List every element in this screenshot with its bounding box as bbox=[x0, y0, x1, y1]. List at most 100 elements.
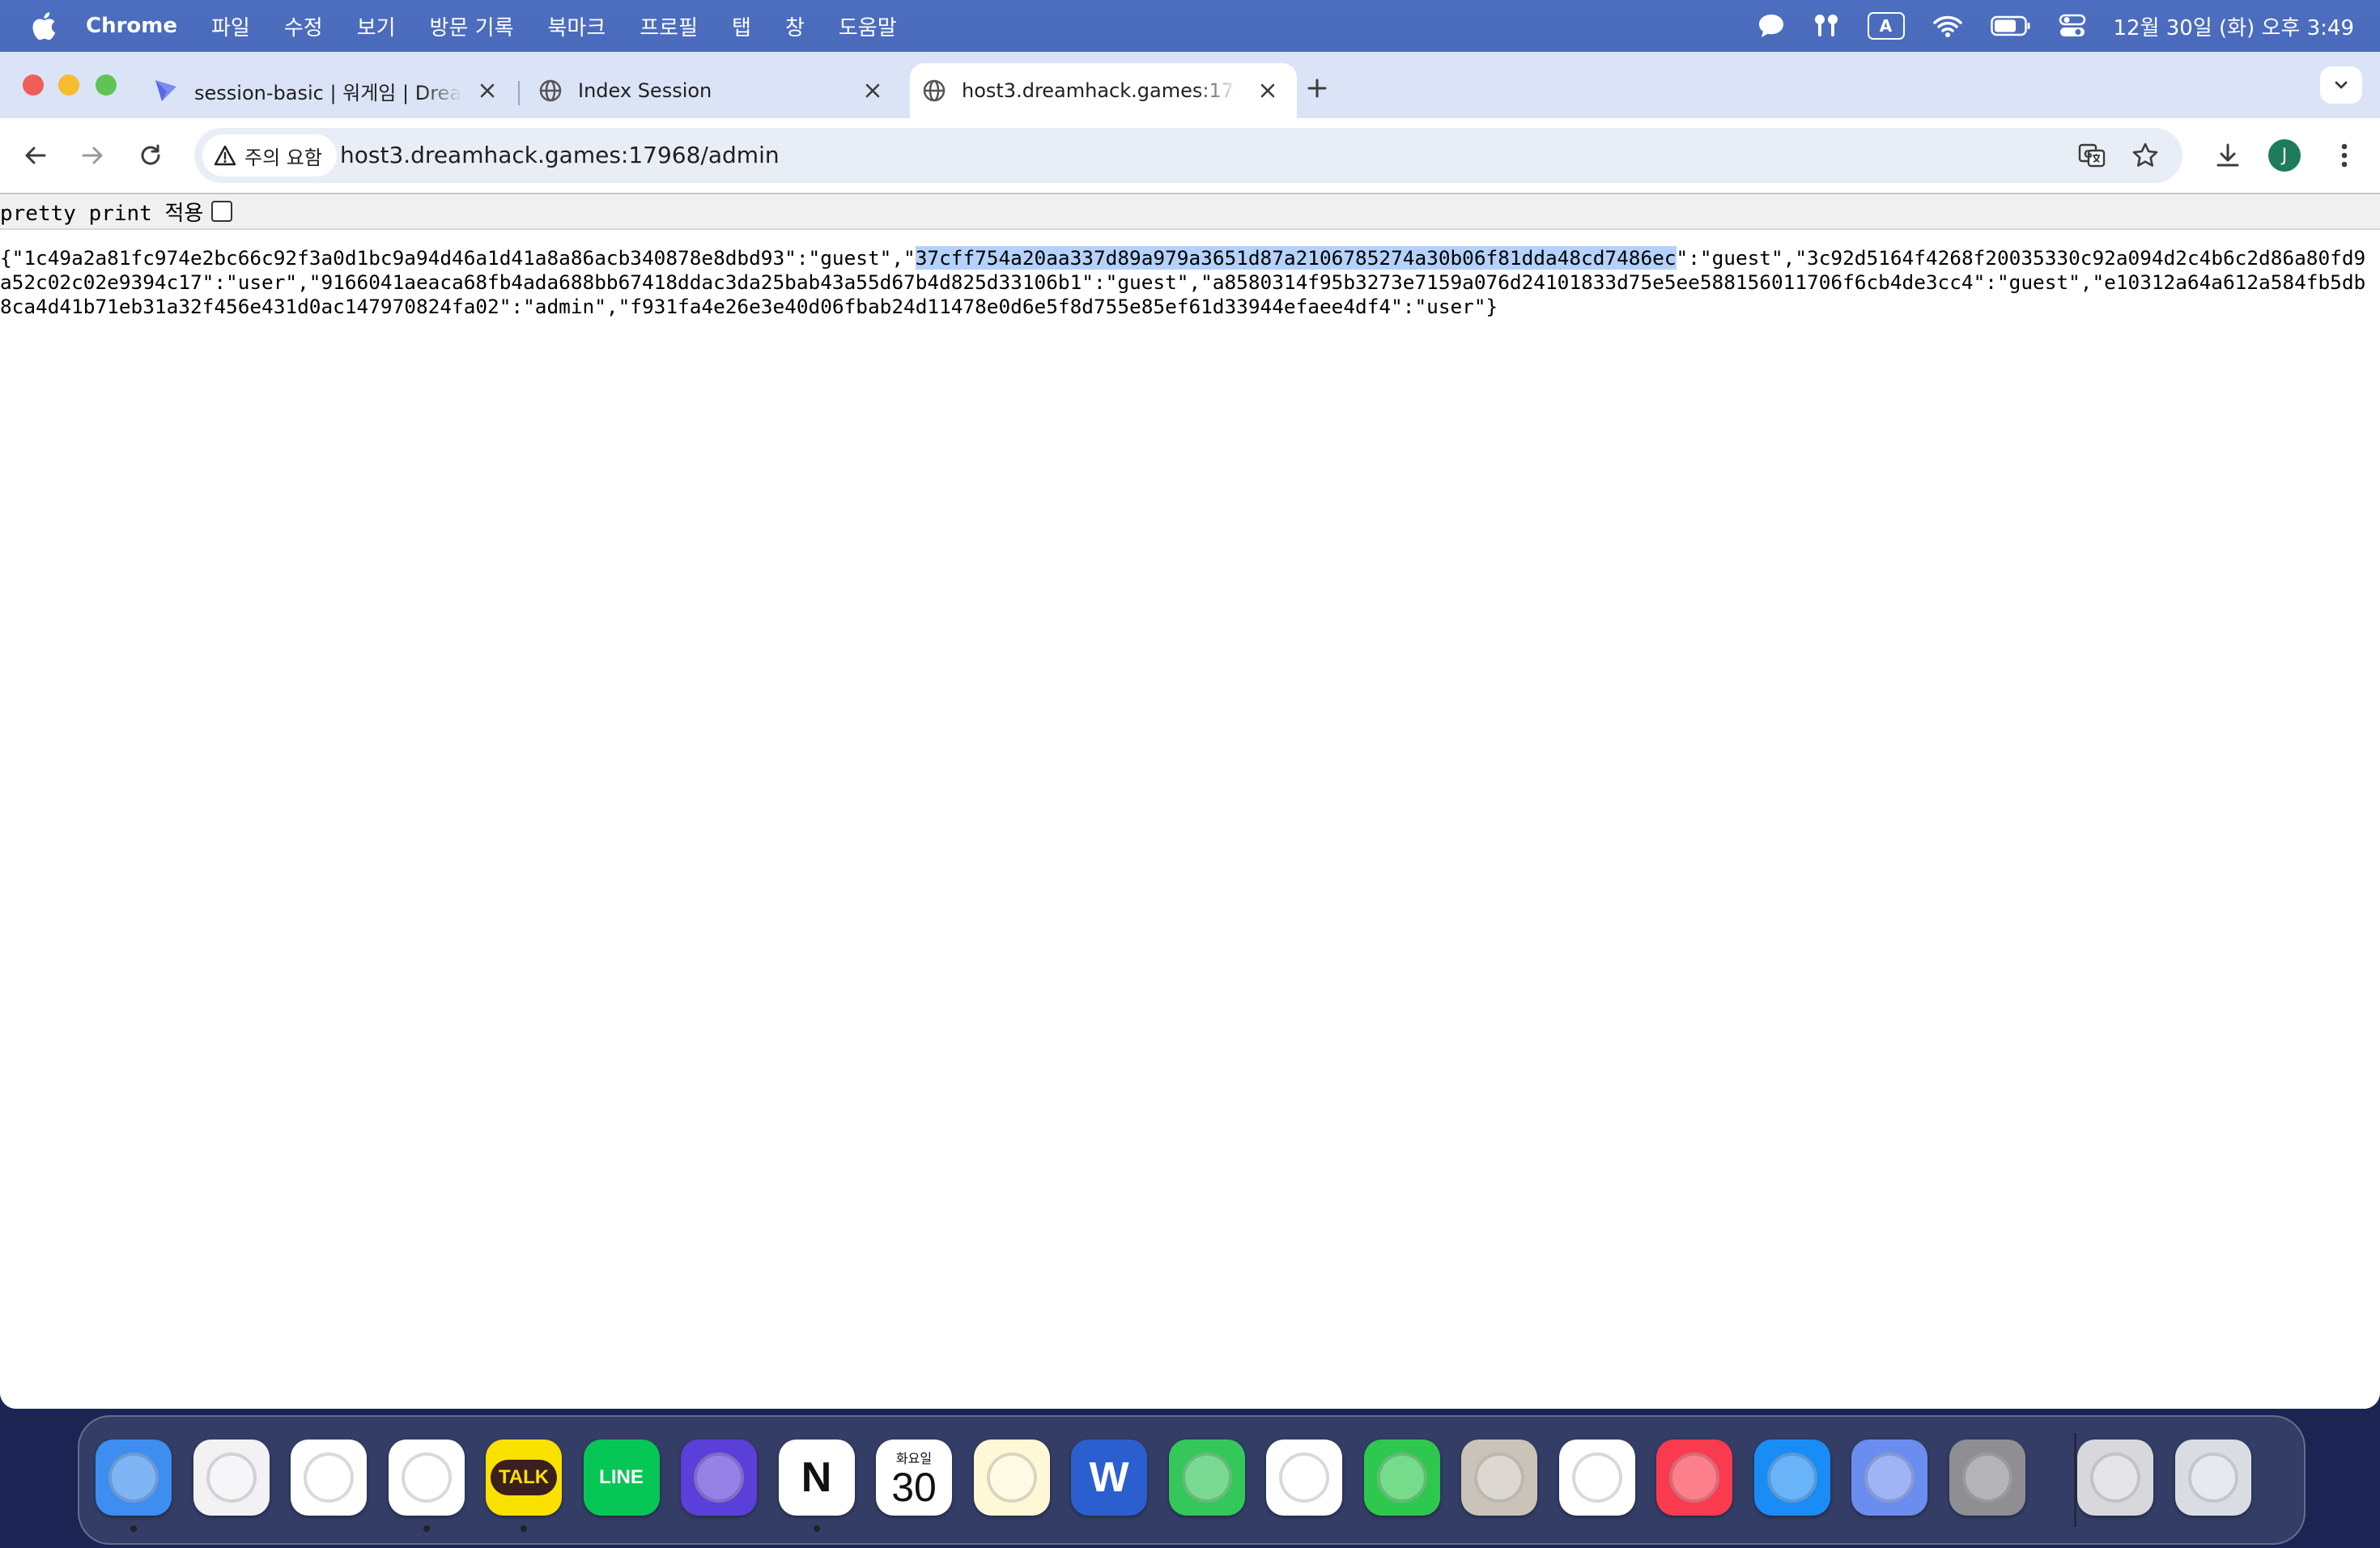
dock-glyph bbox=[1279, 1452, 1329, 1503]
calendar-icon[interactable]: 화요일 30 bbox=[876, 1440, 952, 1516]
launchpad-icon[interactable] bbox=[193, 1440, 270, 1516]
menu-profiles[interactable]: 프로필 bbox=[640, 11, 698, 41]
dock-glyph bbox=[1181, 1452, 1232, 1503]
tab-close-icon[interactable] bbox=[1256, 79, 1279, 102]
battery-icon[interactable] bbox=[1990, 15, 2031, 36]
apple-menu-icon[interactable] bbox=[29, 10, 57, 42]
facetime-icon[interactable] bbox=[1363, 1440, 1440, 1516]
dock-separator bbox=[2074, 1433, 2076, 1527]
chevron-down-icon bbox=[2335, 81, 2348, 89]
menu-view[interactable]: 보기 bbox=[357, 11, 396, 41]
menu-history[interactable]: 방문 기록 bbox=[430, 11, 514, 41]
reminders-icon[interactable] bbox=[1558, 1440, 1635, 1516]
pretty-print-label: pretty print 적용 bbox=[0, 201, 204, 226]
tab-index-session[interactable]: Index Session bbox=[528, 63, 902, 118]
back-button[interactable] bbox=[18, 138, 53, 173]
control-center-icon[interactable] bbox=[2059, 13, 2086, 39]
dock-glyph bbox=[1571, 1452, 1622, 1503]
trash-icon[interactable] bbox=[2174, 1440, 2251, 1516]
dock-icon-label: W bbox=[1089, 1454, 1129, 1501]
window-minimize-button[interactable] bbox=[58, 74, 79, 96]
window-zoom-button[interactable] bbox=[96, 74, 117, 96]
window-close-button[interactable] bbox=[23, 74, 44, 96]
profile-button[interactable]: J bbox=[2267, 138, 2302, 173]
music-icon[interactable] bbox=[1656, 1440, 1732, 1516]
arrow-left-icon bbox=[25, 147, 46, 164]
menu-help[interactable]: 도움말 bbox=[839, 11, 897, 41]
menu-app-name[interactable]: Chrome bbox=[86, 14, 177, 38]
star-icon bbox=[2132, 142, 2158, 167]
dreamhack-logo-icon bbox=[155, 80, 176, 101]
dock-glyph bbox=[1961, 1452, 2012, 1503]
globe-icon bbox=[923, 79, 946, 102]
tab-title: Index Session bbox=[578, 79, 712, 102]
dock-glyph bbox=[401, 1452, 452, 1503]
downloads-button[interactable] bbox=[2210, 138, 2246, 173]
dock-glyph bbox=[2187, 1452, 2238, 1503]
dock-running-indicator bbox=[130, 1525, 137, 1532]
wifi-icon[interactable] bbox=[1932, 14, 1963, 38]
translate-button[interactable]: G bbox=[2077, 141, 2106, 170]
contacts-icon[interactable] bbox=[1461, 1440, 1537, 1516]
address-bar[interactable]: 주의 요함 host3.dreamhack.games:17968/admin … bbox=[194, 128, 2182, 183]
menu-edit[interactable]: 수정 bbox=[284, 11, 323, 41]
word-icon[interactable]: W bbox=[1071, 1440, 1147, 1516]
new-tab-plus-icon[interactable] bbox=[1302, 73, 1332, 104]
finder-icon[interactable] bbox=[96, 1440, 172, 1516]
profile-avatar: J bbox=[2268, 139, 2301, 172]
kakaotalk-icon[interactable]: TALK bbox=[486, 1440, 562, 1516]
dock-icon-label: TALK bbox=[490, 1460, 558, 1495]
app-store-icon[interactable] bbox=[1753, 1440, 1830, 1516]
url-text[interactable]: host3.dreamhack.games:17968/admin bbox=[340, 128, 780, 183]
dock-running-indicator bbox=[521, 1525, 527, 1532]
warning-triangle-icon bbox=[214, 145, 236, 166]
arrow-right-icon bbox=[82, 147, 103, 164]
reload-button[interactable] bbox=[133, 138, 168, 173]
system-settings-icon[interactable] bbox=[1949, 1440, 2025, 1516]
menu-bookmarks[interactable]: 북마크 bbox=[548, 11, 606, 41]
dock-glyph bbox=[206, 1452, 257, 1503]
tab-close-icon[interactable] bbox=[476, 79, 499, 102]
macos-dock: TALK LINE N 화요일 30 W bbox=[78, 1415, 2306, 1545]
tab-title: host3.dreamhack.games:17968/admin bbox=[962, 79, 1237, 102]
photos-icon[interactable] bbox=[1266, 1440, 1342, 1516]
readdle-icon[interactable] bbox=[681, 1440, 757, 1516]
forward-button[interactable] bbox=[74, 138, 110, 173]
tab-close-icon[interactable] bbox=[861, 79, 884, 102]
notion-icon[interactable]: N bbox=[778, 1440, 855, 1516]
safari-icon[interactable] bbox=[291, 1440, 367, 1516]
menu-window[interactable]: 창 bbox=[785, 11, 805, 41]
tab-admin-active[interactable]: host3.dreamhack.games:17968/admin bbox=[910, 63, 1297, 118]
menu-file[interactable]: 파일 bbox=[211, 11, 250, 41]
security-chip[interactable]: 주의 요함 bbox=[202, 134, 337, 176]
chrome-menu-button[interactable] bbox=[2327, 138, 2362, 173]
messages-icon[interactable] bbox=[1168, 1440, 1245, 1516]
chrome-icon[interactable] bbox=[388, 1440, 465, 1516]
tab-search-button[interactable] bbox=[2320, 66, 2362, 104]
tab-session-basic[interactable]: session-basic | 워게임 | Dreamhack bbox=[146, 63, 516, 118]
pretty-print-checkbox[interactable] bbox=[211, 201, 233, 222]
svg-text:G: G bbox=[2084, 149, 2093, 161]
dock-glyph bbox=[1766, 1452, 1817, 1503]
bookmark-star-button[interactable] bbox=[2131, 141, 2160, 170]
browser-toolbar: 주의 요함 host3.dreamhack.games:17968/admin … bbox=[0, 118, 2380, 193]
calculator-icon[interactable] bbox=[2077, 1440, 2153, 1516]
menu-bar-clock[interactable]: 12월 30일 (화) 오후 3:49 bbox=[2114, 11, 2355, 41]
page-content: pretty print 적용 {"1c49a2a81fc974e2bc66c9… bbox=[0, 193, 2380, 1409]
menu-tab[interactable]: 탭 bbox=[732, 11, 751, 41]
reload-icon bbox=[141, 144, 160, 165]
download-icon bbox=[2216, 143, 2239, 167]
dock-glyph bbox=[986, 1452, 1037, 1503]
tab-strip: session-basic | 워게임 | Dreamhack Index Se… bbox=[0, 52, 2380, 118]
chat-bubble-icon[interactable] bbox=[1757, 13, 1785, 39]
input-source-indicator[interactable]: A bbox=[1867, 12, 1905, 40]
json-response[interactable]: {"1c49a2a81fc974e2bc66c92f3a0d1bc9a94d46… bbox=[0, 246, 2374, 319]
airpods-icon[interactable] bbox=[1813, 12, 1840, 40]
dock-running-indicator bbox=[423, 1525, 430, 1532]
line-icon[interactable]: LINE bbox=[583, 1440, 660, 1516]
iphone-mirroring-icon[interactable] bbox=[1851, 1440, 1927, 1516]
macos-menu-bar: Chrome 파일 수정 보기 방문 기록 북마크 프로필 탭 창 도움말 A … bbox=[0, 0, 2380, 52]
notes-icon[interactable] bbox=[973, 1440, 1050, 1516]
kebab-menu-icon bbox=[2341, 143, 2348, 168]
json-selected-text: 37cff754a20aa337d89a979a3651d87a21067852… bbox=[915, 246, 1677, 270]
